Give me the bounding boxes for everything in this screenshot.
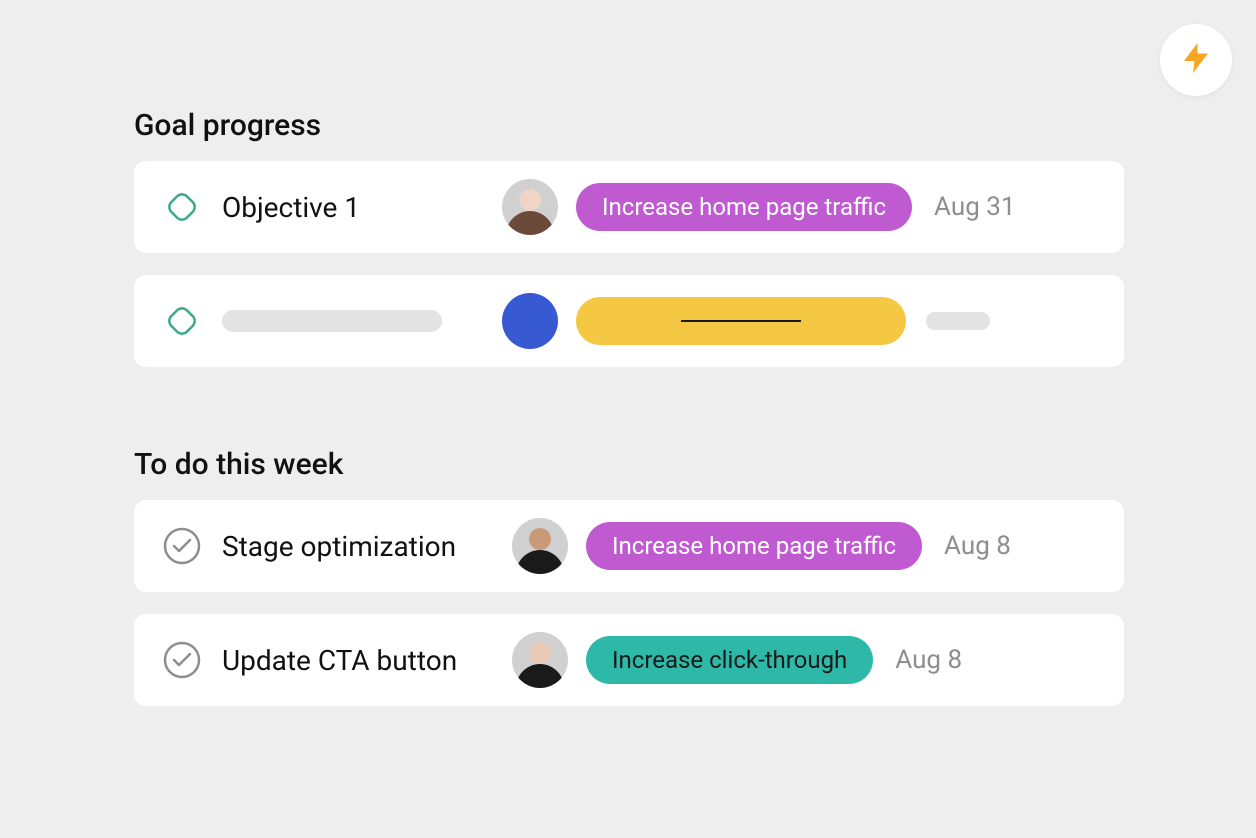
todo-heading: To do this week	[134, 447, 1124, 482]
goal-diamond-icon	[162, 301, 202, 341]
quick-action-button[interactable]	[1160, 24, 1232, 96]
goal-row-placeholder[interactable]	[134, 275, 1124, 367]
due-date: Aug 8	[895, 645, 962, 675]
avatar[interactable]	[512, 632, 568, 688]
goal-row[interactable]: Objective 1 Increase home page traffic A…	[134, 161, 1124, 253]
task-title: Stage optimization	[222, 530, 456, 563]
avatar[interactable]	[512, 518, 568, 574]
goal-diamond-icon	[162, 187, 202, 227]
tag-pill-placeholder[interactable]	[576, 297, 906, 345]
tag-pill[interactable]: Increase click-through	[586, 636, 873, 684]
goal-title: Objective 1	[222, 191, 360, 224]
placeholder-title	[222, 310, 442, 332]
placeholder-date	[926, 312, 990, 330]
task-title: Update CTA button	[222, 644, 457, 677]
tag-pill[interactable]: Increase home page traffic	[576, 183, 912, 231]
due-date: Aug 31	[934, 192, 1015, 222]
check-circle-icon[interactable]	[162, 526, 202, 566]
task-row[interactable]: Update CTA button Increase click-through…	[134, 614, 1124, 706]
due-date: Aug 8	[944, 531, 1011, 561]
tag-pill[interactable]: Increase home page traffic	[586, 522, 922, 570]
lightning-icon	[1178, 40, 1214, 80]
task-row[interactable]: Stage optimization Increase home page tr…	[134, 500, 1124, 592]
goal-progress-heading: Goal progress	[134, 108, 1124, 143]
avatar-placeholder[interactable]	[502, 293, 558, 349]
avatar[interactable]	[502, 179, 558, 235]
check-circle-icon[interactable]	[162, 640, 202, 680]
